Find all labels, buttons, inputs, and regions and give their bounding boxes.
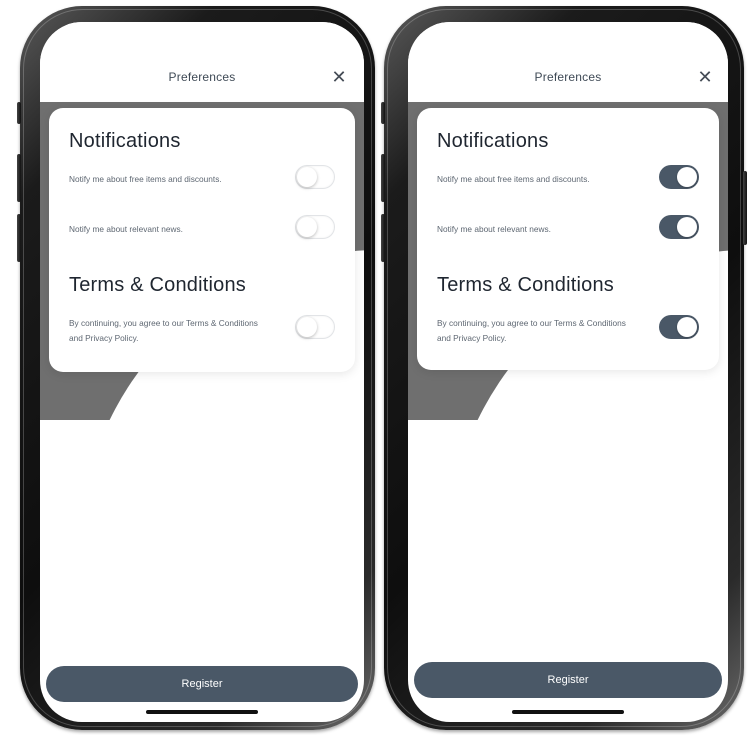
phone-screen: Preferences ✕ Notifications Notify me ab… bbox=[408, 22, 728, 722]
relevant-news-toggle[interactable] bbox=[295, 215, 335, 239]
register-button[interactable]: Register bbox=[46, 666, 358, 702]
terms-toggle[interactable] bbox=[295, 315, 335, 339]
toggle-knob bbox=[297, 217, 317, 237]
terms-toggle[interactable] bbox=[659, 315, 699, 339]
volume-up-button bbox=[381, 154, 385, 202]
notifications-heading: Notifications bbox=[69, 130, 181, 152]
relevant-news-label: Notify me about relevant news. bbox=[437, 224, 551, 234]
mute-switch bbox=[381, 102, 385, 124]
toggle-knob bbox=[677, 167, 697, 187]
home-indicator bbox=[146, 710, 258, 714]
close-icon[interactable]: ✕ bbox=[330, 68, 348, 86]
terms-label: By continuing, you agree to our Terms & … bbox=[437, 318, 626, 343]
free-items-toggle[interactable] bbox=[659, 165, 699, 189]
phone-mockup-left: Preferences ✕ Notifications Notify me ab… bbox=[17, 6, 375, 730]
page-title: Preferences bbox=[168, 70, 236, 84]
page-title: Preferences bbox=[534, 70, 602, 84]
phone-screen: Preferences ✕ Notifications Notify me ab… bbox=[40, 22, 364, 722]
mute-switch bbox=[17, 102, 21, 124]
toggle-knob bbox=[297, 317, 317, 337]
comparison-stage: Preferences ✕ Notifications Notify me ab… bbox=[0, 0, 755, 735]
register-button[interactable]: Register bbox=[414, 662, 722, 698]
terms-heading: Terms & Conditions bbox=[437, 274, 614, 296]
phone-mockup-right: Preferences ✕ Notifications Notify me ab… bbox=[381, 6, 747, 730]
toggle-knob bbox=[677, 317, 697, 337]
toggle-knob bbox=[677, 217, 697, 237]
free-items-toggle[interactable] bbox=[295, 165, 335, 189]
free-items-label: Notify me about free items and discounts… bbox=[437, 174, 590, 184]
home-indicator bbox=[512, 710, 624, 714]
relevant-news-label: Notify me about relevant news. bbox=[69, 224, 183, 234]
notifications-heading: Notifications bbox=[437, 130, 549, 152]
power-button bbox=[743, 171, 747, 245]
preferences-card: Notifications Notify me about free items… bbox=[417, 108, 719, 370]
relevant-news-toggle[interactable] bbox=[659, 215, 699, 239]
close-icon[interactable]: ✕ bbox=[696, 68, 714, 86]
volume-down-button bbox=[17, 214, 21, 262]
toggle-knob bbox=[297, 167, 317, 187]
preferences-card: Notifications Notify me about free items… bbox=[49, 108, 355, 372]
volume-up-button bbox=[17, 154, 21, 202]
terms-heading: Terms & Conditions bbox=[69, 274, 246, 296]
preferences-header: Preferences ✕ bbox=[408, 22, 728, 102]
free-items-label: Notify me about free items and discounts… bbox=[69, 174, 222, 184]
terms-label: By continuing, you agree to our Terms & … bbox=[69, 318, 258, 343]
preferences-header: Preferences ✕ bbox=[40, 22, 364, 102]
volume-down-button bbox=[381, 214, 385, 262]
